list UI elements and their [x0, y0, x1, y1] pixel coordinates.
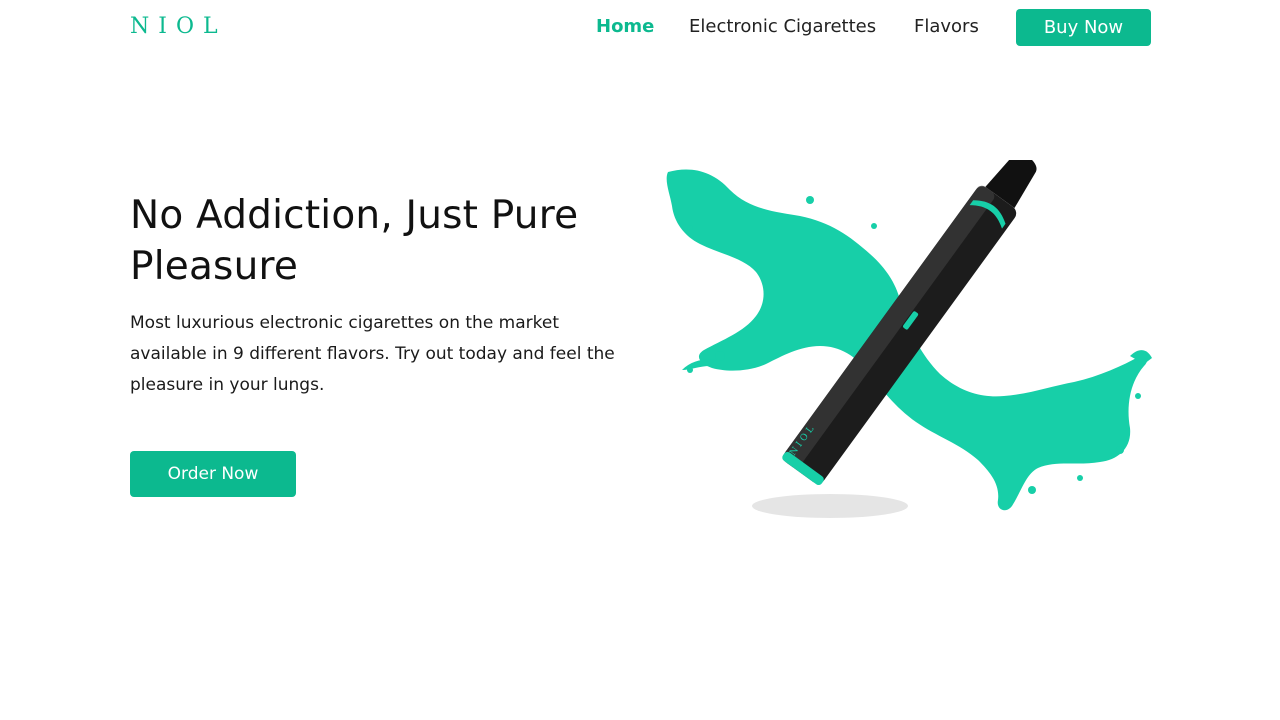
- brand-logo[interactable]: NIOL: [130, 13, 227, 41]
- product-image: NIOL: [666, 160, 1152, 518]
- nav-link-home[interactable]: Home: [596, 15, 654, 39]
- nav-link-flavors[interactable]: Flavors: [914, 15, 979, 39]
- buy-now-button[interactable]: Buy Now: [1016, 9, 1151, 46]
- hero-title: No Addiction, Just Pure Pleasure: [130, 193, 579, 289]
- product-shadow: [752, 494, 908, 518]
- top-navigation: NIOL Home Electronic Cigarettes Flavors …: [0, 0, 1280, 56]
- landing-page: NIOL Home Electronic Cigarettes Flavors …: [0, 0, 1280, 720]
- order-now-button[interactable]: Order Now: [130, 451, 296, 497]
- nav-link-electronic-cigarettes[interactable]: Electronic Cigarettes: [689, 15, 876, 39]
- hero-description: Most luxurious electronic cigarettes on …: [130, 313, 615, 395]
